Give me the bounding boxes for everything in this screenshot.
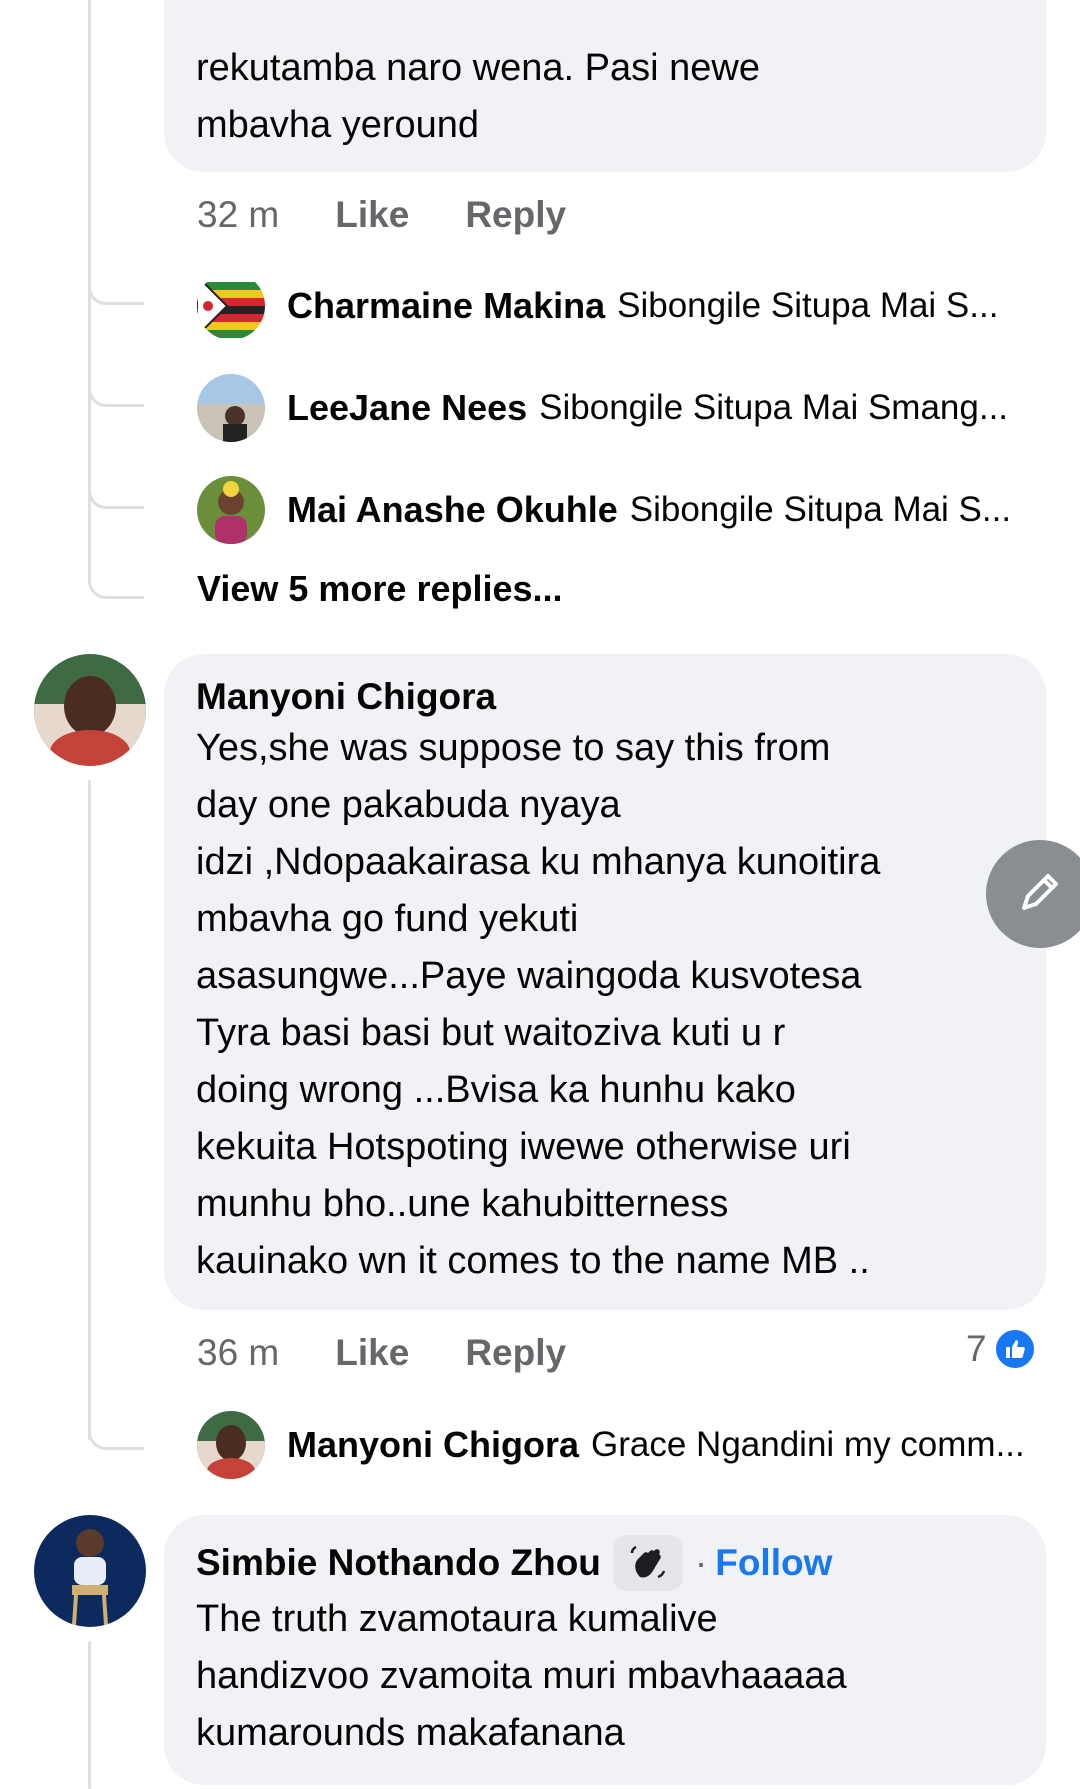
reply-author[interactable]: Mai Anashe Okuhle xyxy=(287,489,618,531)
comment-text: kumarounds makafanana xyxy=(196,1712,625,1754)
comment-time: 32 m xyxy=(197,194,280,235)
comment-bubble: Simbie Nothando Zhou · Follow The truth … xyxy=(164,1515,1046,1785)
reply-item[interactable]: Manyoni Chigora Grace Ngandini my comm..… xyxy=(197,1410,1025,1480)
comment-text: handizvoo zvamoita muri mbavhaaaaa xyxy=(196,1655,847,1697)
reply-author[interactable]: Manyoni Chigora xyxy=(287,1424,579,1466)
comment-text: doing wrong ...Bvisa ka hunhu kako xyxy=(196,1069,796,1111)
reply-snippet: Sibongile Situpa Mai Smang... xyxy=(539,388,1009,427)
thread-elbow xyxy=(88,575,144,599)
comment-text: asasungwe...Paye waingoda kusvotesa xyxy=(196,955,862,997)
thread-elbow xyxy=(88,385,144,407)
reply-author[interactable]: LeeJane Nees xyxy=(287,387,527,429)
comment-text: Tyra basi basi but waitoziva kuti u r xyxy=(196,1012,786,1054)
reply-snippet: Sibongile Situpa Mai S... xyxy=(617,286,999,325)
separator: · xyxy=(694,1542,708,1583)
reply-item[interactable]: Mai Anashe Okuhle Sibongile Situpa Mai S… xyxy=(197,475,1011,545)
comment-bubble: rekutamba naro wena. Pasi newe mbavha ye… xyxy=(164,0,1046,172)
comment-author[interactable]: Simbie Nothando Zhou xyxy=(196,1540,601,1586)
comment-actions: 32 m Like Reply xyxy=(197,190,622,240)
like-count: 7 xyxy=(966,1328,987,1369)
reply-item[interactable]: Charmaine Makina Sibongile Situpa Mai S.… xyxy=(197,271,998,341)
reply-snippet: Sibongile Situpa Mai S... xyxy=(629,490,1012,529)
thread-line xyxy=(88,780,91,1440)
view-more-replies-link[interactable]: View 5 more replies... xyxy=(197,568,563,610)
avatar xyxy=(197,476,265,544)
avatar[interactable] xyxy=(34,654,146,766)
thread-elbow xyxy=(88,1428,144,1450)
avatar xyxy=(197,374,265,442)
pencil-icon xyxy=(1016,868,1064,921)
reply-button[interactable]: Reply xyxy=(465,1332,566,1374)
thread-elbow xyxy=(88,487,144,509)
thread-elbow xyxy=(88,283,144,305)
comment-text: munhu bho..une kahubitterness xyxy=(196,1183,729,1225)
comment-text: mbavha yeround xyxy=(196,104,480,146)
follow-button[interactable]: Follow xyxy=(715,1542,832,1584)
reply-snippet: Grace Ngandini my comm... xyxy=(591,1425,1025,1464)
comment-author[interactable]: Manyoni Chigora xyxy=(196,674,1014,720)
reply-button[interactable]: Reply xyxy=(465,194,566,236)
avatar xyxy=(197,272,265,340)
comment-bubble: Manyoni Chigora Yes,she was suppose to s… xyxy=(164,654,1046,1310)
avatar xyxy=(197,1411,265,1479)
comment-actions: 36 m Like Reply xyxy=(197,1328,622,1378)
like-button[interactable]: Like xyxy=(335,1332,409,1374)
thumbs-up-icon xyxy=(992,1327,1037,1371)
comment-text: kauinako wn it comes to the name MB .. xyxy=(196,1240,870,1282)
comment-time: 36 m xyxy=(197,1332,280,1373)
comment-text: mbavha go fund yekuti xyxy=(196,898,579,940)
waving-hand-icon xyxy=(612,1535,683,1591)
comment-text: rekutamba naro wena. Pasi newe xyxy=(196,47,760,89)
reply-item[interactable]: LeeJane Nees Sibongile Situpa Mai Smang.… xyxy=(197,373,1008,443)
comment-text: idzi ,Ndopaakairasa ku mhanya kunoitira xyxy=(196,841,881,883)
comment-text: day one pakabuda nyaya xyxy=(196,784,621,826)
avatar[interactable] xyxy=(34,1515,146,1627)
comment-text: The truth zvamotaura kumalive xyxy=(196,1598,718,1640)
reaction-count[interactable]: 7 xyxy=(966,1327,1037,1371)
comment-header: Simbie Nothando Zhou · Follow xyxy=(196,1535,1014,1591)
like-button[interactable]: Like xyxy=(335,194,409,236)
reply-author[interactable]: Charmaine Makina xyxy=(287,285,605,327)
comment-text: kekuita Hotspoting iwewe otherwise uri xyxy=(196,1126,851,1168)
comment-text: Yes,she was suppose to say this from xyxy=(196,727,831,769)
thread-line xyxy=(88,1641,91,1789)
